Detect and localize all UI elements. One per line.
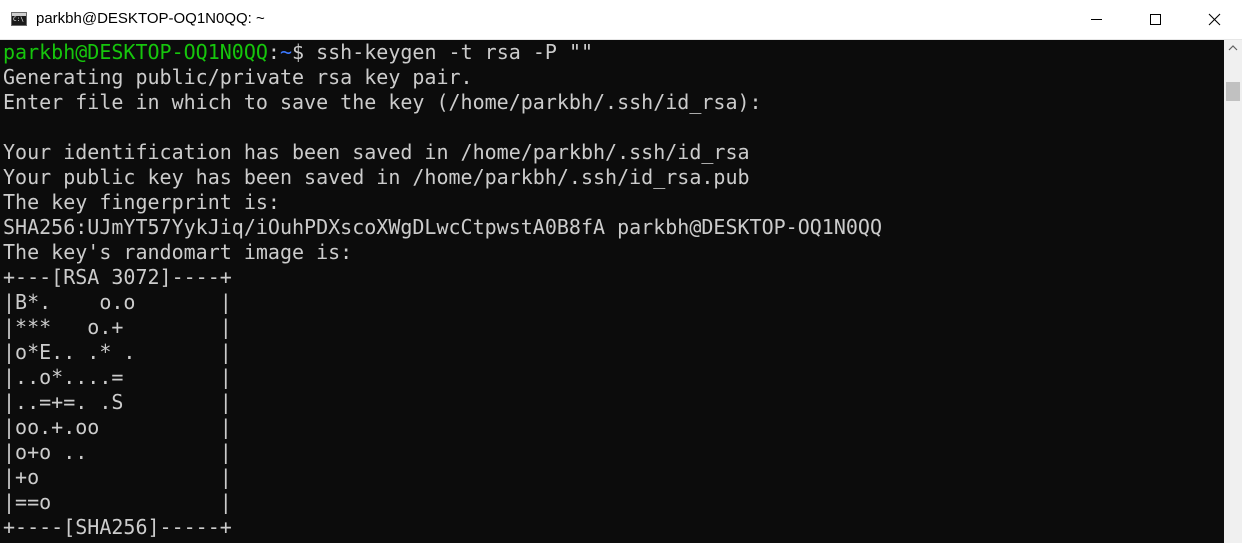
maximize-icon — [1150, 14, 1161, 25]
randomart-line: |oo.+.oo | — [3, 415, 232, 439]
randomart-line: |B*. o.o | — [3, 290, 232, 314]
output-line: Enter file in which to save the key (/ho… — [3, 90, 762, 114]
cmd-terminal-icon: C:\ — [11, 12, 27, 26]
scrollbar-thumb[interactable] — [1226, 82, 1240, 101]
window-title: parkbh@DESKTOP-OQ1N0QQ: ~ — [36, 10, 265, 27]
prompt-path: ~ — [279, 40, 292, 64]
randomart-line: |==o | — [3, 490, 232, 514]
terminal-output[interactable]: parkbh@DESKTOP-OQ1N0QQ:~$ ssh-keygen -t … — [0, 40, 1224, 543]
randomart-line: +---[RSA 3072]----+ — [3, 265, 232, 289]
prompt-line: parkbh@DESKTOP-OQ1N0QQ:~$ ssh-keygen -t … — [3, 40, 593, 65]
scroll-up-arrow-icon — [1228, 45, 1238, 51]
output-line: The key's randomart image is: — [3, 240, 353, 264]
prompt-separator: : — [267, 40, 280, 64]
scroll-up-button[interactable] — [1224, 40, 1242, 57]
close-icon — [1208, 13, 1221, 26]
randomart-line: |o+o .. | — [3, 440, 232, 464]
randomart-line: |..o*....= | — [3, 365, 232, 389]
close-button[interactable] — [1184, 0, 1242, 39]
vertical-scrollbar[interactable] — [1224, 40, 1242, 543]
output-line: Your identification has been saved in /h… — [3, 140, 750, 164]
randomart-line: |o*E.. .* . | — [3, 340, 232, 364]
output-line: Your public key has been saved in /home/… — [3, 165, 750, 189]
randomart-line: +----[SHA256]-----+ — [3, 515, 232, 539]
prompt-user-host: parkbh@DESKTOP-OQ1N0QQ — [3, 40, 268, 64]
randomart-line: |..=+=. .S | — [3, 390, 232, 414]
maximize-button[interactable] — [1126, 0, 1184, 39]
randomart-line: |+o | — [3, 465, 232, 489]
output-line: Generating public/private rsa key pair. — [3, 65, 473, 89]
command-text: ssh-keygen -t rsa -P "" — [316, 40, 594, 64]
minimize-icon — [1091, 19, 1102, 20]
title-bar: C:\ parkbh@DESKTOP-OQ1N0QQ: ~ — [0, 0, 1242, 40]
prompt-symbol: $ — [292, 40, 317, 64]
output-line: The key fingerprint is: — [3, 190, 280, 214]
randomart-line: |*** o.+ | — [3, 315, 232, 339]
output-line: SHA256:UJmYT57YykJiq/iOuhPDXscoXWgDLwcCt… — [3, 215, 882, 239]
minimize-button[interactable] — [1068, 0, 1126, 39]
